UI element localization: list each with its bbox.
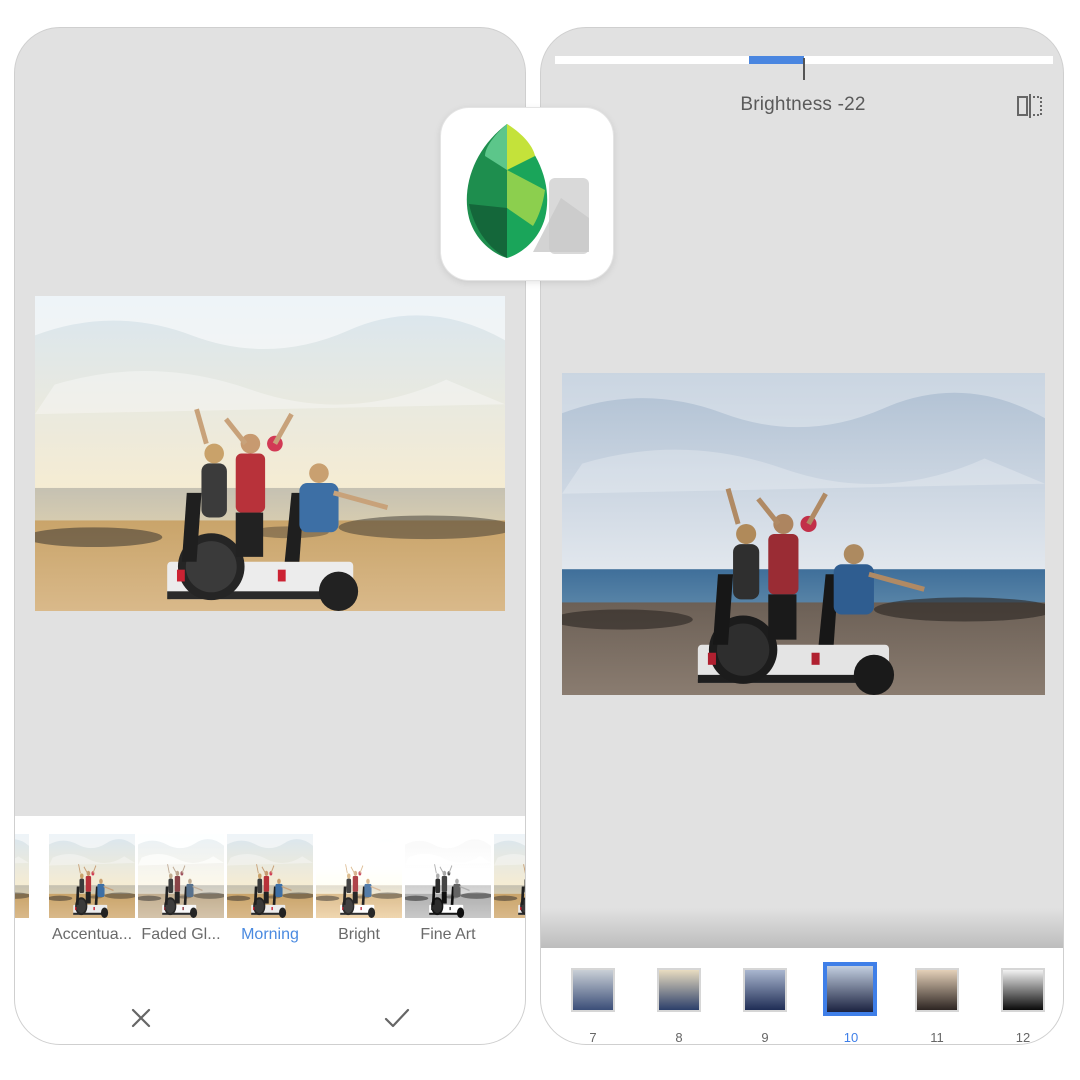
gradient-item[interactable]: 7 [571, 968, 615, 1044]
snapseed-logo-icon [441, 108, 613, 280]
gradient-item[interactable]: 9 [743, 968, 787, 1044]
gradient-label: 12 [1015, 1030, 1031, 1045]
gradient-item[interactable]: 10 [823, 962, 877, 1044]
gradient-item[interactable]: 11 [915, 968, 959, 1044]
gradient-swatch [915, 968, 959, 1012]
gradient-label: 8 [675, 1030, 683, 1045]
gradient-label: 9 [761, 1030, 769, 1045]
filter-label: P [490, 926, 525, 944]
gradient-label: 7 [589, 1030, 597, 1045]
gradient-item[interactable]: 12 [1001, 968, 1045, 1044]
gradient-panel: 7 8 9 10 11 12 [541, 948, 1063, 1044]
filter-item[interactable]: Bright [316, 834, 402, 943]
compare-split-icon [1017, 94, 1042, 118]
slider-fill [749, 56, 804, 64]
adjustment-label: Brightness -22 [740, 94, 866, 115]
edited-photo-brightness [562, 373, 1045, 695]
filter-label: Accentua... [51, 926, 133, 943]
filter-thumbnail [227, 834, 313, 918]
filter-thumbnail [494, 834, 526, 918]
filter-item[interactable] [14, 834, 29, 918]
gradient-swatch [743, 968, 787, 1012]
filter-thumbnail [316, 834, 402, 918]
gradient-swatch [823, 962, 877, 1016]
close-icon [131, 1008, 151, 1028]
apply-button[interactable] [377, 998, 417, 1038]
filter-label: Bright [338, 926, 380, 943]
filter-item[interactable]: Fine Art [405, 834, 491, 943]
filter-thumbnail [138, 834, 224, 918]
gradient-swatch [571, 968, 615, 1012]
filter-label: Fine Art [420, 926, 476, 943]
compare-button[interactable] [1015, 92, 1045, 120]
gradient-label: 11 [930, 1030, 944, 1045]
filter-panel: Accentua... Faded Gl... Morning Bright Fine … [15, 816, 525, 1044]
filter-thumbnail [49, 834, 135, 918]
adjust-screen: Brightness -22 7 8 9 10 11 12 [540, 27, 1064, 1045]
filter-item[interactable]: P [494, 834, 526, 918]
cancel-button[interactable] [121, 998, 161, 1038]
filter-thumbnail [405, 834, 491, 918]
filter-item[interactable]: Morning [227, 834, 313, 943]
check-icon [384, 1008, 410, 1028]
gradient-label: 10 [843, 1030, 859, 1045]
panel-shadow [541, 908, 1063, 948]
filter-thumbnail [14, 834, 29, 918]
filter-label: Faded Gl... [141, 926, 221, 943]
filter-item[interactable]: Accentua... [49, 834, 135, 943]
filter-item[interactable]: Faded Gl... [138, 834, 224, 943]
filter-strip[interactable]: Accentua... Faded Gl... Morning Bright Fine … [15, 834, 525, 964]
gradient-swatch [657, 968, 701, 1012]
slider-center-tick [803, 58, 805, 80]
gradient-swatch [1001, 968, 1045, 1012]
gradient-item[interactable]: 8 [657, 968, 701, 1044]
edited-photo-morning [35, 296, 505, 611]
filter-label: Morning [241, 926, 299, 943]
